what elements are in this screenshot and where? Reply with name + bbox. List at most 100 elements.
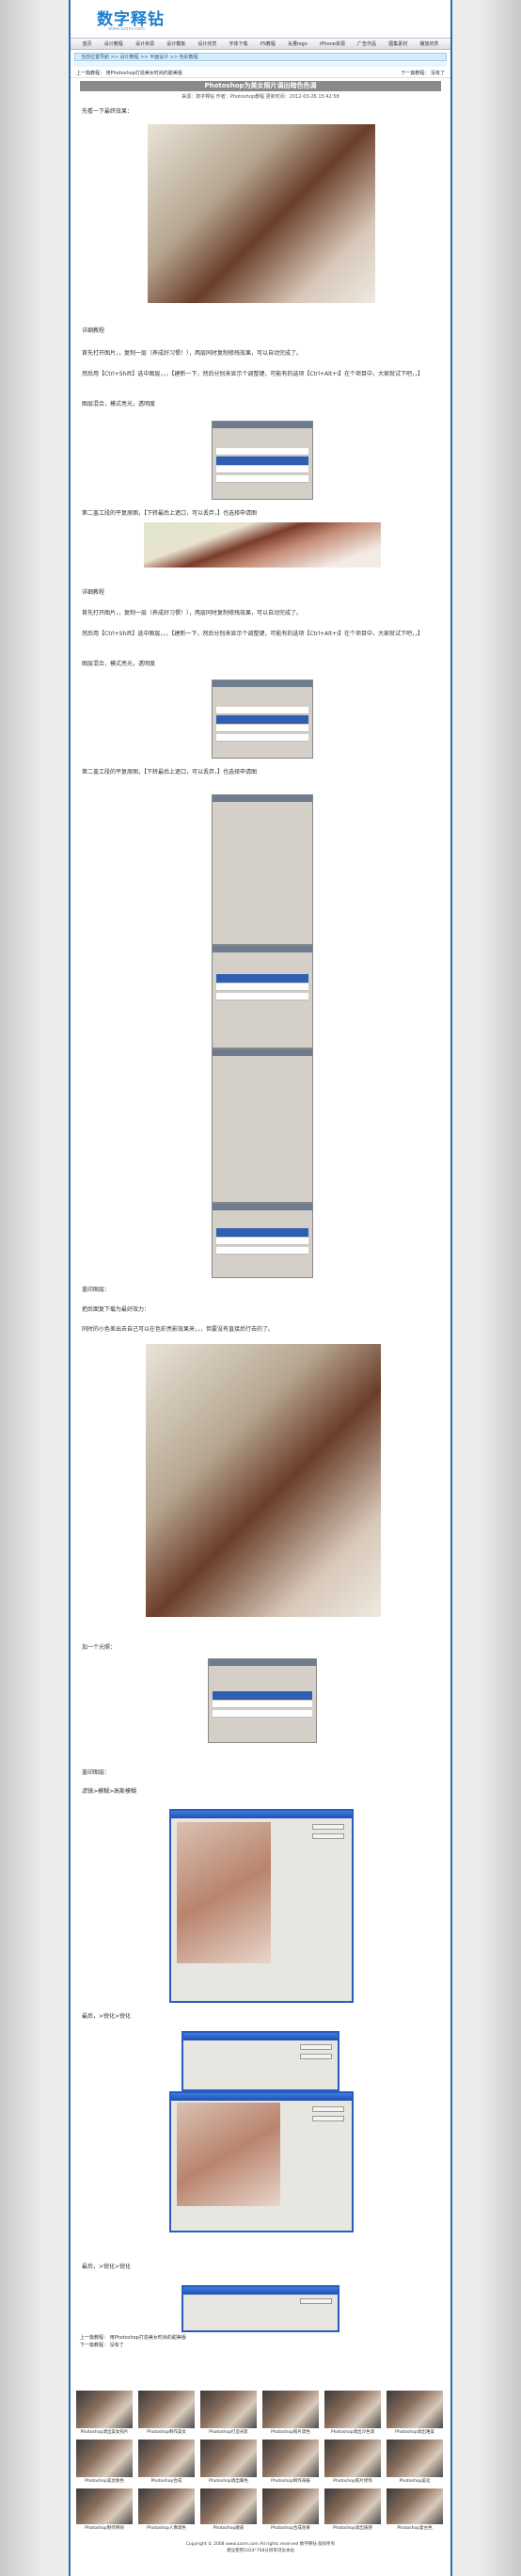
thumb-image[interactable] — [76, 2391, 133, 2428]
next-article-link[interactable]: 下一篇教程： 没有了 — [80, 2342, 186, 2349]
thumb-caption[interactable]: Photoshop调出唯美 — [386, 2429, 444, 2435]
thumb-image[interactable] — [262, 2440, 319, 2477]
step-text: 详细教程 — [82, 328, 105, 334]
thumb-caption[interactable]: Photoshop复古色 — [386, 2525, 444, 2531]
nav-item[interactable]: 矢量logo — [288, 40, 308, 47]
ok-button[interactable] — [300, 2044, 332, 2050]
thumb-image[interactable] — [200, 2488, 257, 2524]
sharpen-dialog — [182, 2031, 339, 2091]
selective-color-panel — [212, 1048, 313, 1203]
thumb-caption[interactable]: Photoshop调出暖色 — [199, 2478, 258, 2484]
step-text: 把后面复下载为最好效力： — [82, 1306, 150, 1313]
thumb-image[interactable] — [138, 2488, 195, 2524]
thumb-caption[interactable]: Photoshop调出质感 — [324, 2525, 382, 2531]
thumb-image[interactable] — [324, 2440, 381, 2477]
thumb-caption[interactable]: Photoshop合成效果 — [261, 2525, 320, 2531]
layers-panel — [212, 421, 313, 500]
nav-item[interactable]: 设计资源 — [135, 40, 154, 47]
cancel-button[interactable] — [312, 1833, 344, 1839]
thumb-image[interactable] — [200, 2440, 257, 2477]
hue-saturation-panel — [212, 794, 313, 945]
final-photo — [146, 1344, 381, 1617]
sub-nav[interactable]: 当前位置导航 >> 设计教程 >> 平面设计 >> 色彩教程 — [74, 53, 447, 61]
nav-item[interactable]: 字体下载 — [229, 40, 248, 47]
layers-panel — [212, 680, 313, 759]
thumb-image[interactable] — [387, 2488, 443, 2524]
step-text: 首先打开图片，，复制一层（养成好习惯！），两层同时复制修残效果，可以自动完成了。 — [82, 350, 303, 357]
thumb-caption[interactable]: Photoshop美化 — [386, 2478, 444, 2484]
step-text: 图层混合，模式亮光，透明度 — [82, 401, 156, 408]
thumb-caption[interactable]: Photoshop制作海报 — [261, 2478, 320, 2484]
thumb-caption[interactable]: Photoshop合成 — [137, 2478, 196, 2484]
thumb-caption[interactable]: Photoshop调出冷色调 — [324, 2429, 382, 2435]
nav-item[interactable]: 首页 — [83, 40, 92, 47]
step-text: 盖印图层： — [82, 1769, 111, 1776]
footer-note: 建议使用1024*768分辨率浏览本站 — [227, 2549, 294, 2553]
nav-item[interactable]: 广告作品 — [357, 40, 376, 47]
article-meta: 来源：数字释钻 作者：Photoshop教程 更新时间：2012-03-26 1… — [182, 94, 339, 100]
nav-item[interactable]: 图集素材 — [388, 40, 407, 47]
cancel-button[interactable] — [312, 2116, 344, 2121]
step-text: 最后，>锐化>锐化 — [82, 2013, 132, 2020]
thumb-image[interactable] — [262, 2488, 319, 2524]
thumb-caption[interactable]: Photoshop照片修饰 — [324, 2478, 382, 2484]
site-url: www.szxm.com — [108, 26, 145, 32]
next-article-link[interactable]: 下一篇教程： 没有了 — [401, 69, 445, 78]
step-text: 第二盖工段的平复原图，【下转最后上遮口，可以丢弃，】也选择申请图 — [82, 510, 258, 517]
thumb-image[interactable] — [324, 2391, 381, 2428]
step-text: 首先打开图片，，复制一层（养成好习惯！），两层同时复制修残效果，可以自动完成了。 — [82, 610, 303, 616]
ok-button[interactable] — [312, 1824, 344, 1830]
thumb-image[interactable] — [387, 2391, 443, 2428]
nav-item[interactable]: 设计欣赏 — [197, 40, 216, 47]
gaussian-blur-dialog — [169, 1809, 354, 2003]
prev-article-link[interactable]: 上一篇教程： 用Photoshop打造美女时尚的甜美版 — [76, 71, 182, 76]
copyright-text: Copyright © 2008 www.szxm.com All rights… — [185, 2542, 336, 2547]
bottom-links: 上一篇教程： 用Photoshop打造美女时尚的甜美版 下一篇教程： 没有了 — [80, 2334, 186, 2349]
cancel-button[interactable] — [300, 2054, 332, 2059]
step-text: 加一个光照： — [82, 1644, 117, 1651]
step-text: 最后，>锐化>锐化 — [82, 2264, 132, 2270]
thumb-caption[interactable]: Photoshop美女肤色 — [75, 2478, 134, 2484]
layers-panel — [212, 1203, 313, 1278]
ok-button[interactable] — [312, 2106, 344, 2112]
breadcrumb: 上一篇教程： 用Photoshop打造美女时尚的甜美版 下一篇教程： 没有了 — [71, 69, 450, 78]
step-text: 盖印图层： — [82, 1287, 111, 1293]
nav-item[interactable]: 设计教程 — [104, 40, 123, 47]
thumb-image[interactable] — [324, 2488, 381, 2524]
thumb-caption[interactable]: Photoshop制作美女 — [137, 2429, 196, 2435]
thumb-image[interactable] — [76, 2440, 133, 2477]
thumb-caption[interactable]: Photoshop照片调色 — [261, 2429, 320, 2435]
layers-panel — [212, 945, 313, 1048]
nav-item[interactable]: iPhone资源 — [320, 40, 345, 47]
result-photo — [148, 124, 375, 303]
thumb-image[interactable] — [138, 2440, 195, 2477]
step-text: 图层混合，模式亮光，透明度 — [82, 661, 156, 667]
thumb-caption[interactable]: Photoshop磨皮 — [199, 2525, 258, 2531]
step-text: 第二盖工段的平复原图，【下转最后上遮口，可以丢弃，】也选择申请图 — [82, 769, 258, 776]
ok-button[interactable] — [300, 2298, 332, 2304]
sharpen-dialog — [182, 2285, 339, 2332]
thumb-caption[interactable]: Photoshop打造光影 — [199, 2429, 258, 2435]
thumb-caption[interactable]: Photoshop制作特效 — [75, 2525, 134, 2531]
step-text: 滤镜>模糊>高斯模糊 — [82, 1788, 137, 1795]
footer: Copyright © 2008 www.szxm.com All rights… — [71, 2541, 450, 2554]
thumb-image[interactable] — [262, 2391, 319, 2428]
article-title: Photoshop为美女照片调出暗色色调 — [80, 81, 441, 91]
comparison-strip — [144, 522, 381, 568]
prev-article-link[interactable]: 上一篇教程： 用Photoshop打造美女时尚的甜美版 — [80, 2334, 186, 2342]
thumb-image[interactable] — [200, 2391, 257, 2428]
sub-nav-bar — [74, 62, 447, 67]
thumb-caption[interactable]: Photoshop人像调色 — [137, 2525, 196, 2531]
nav-item[interactable]: 播放欣赏 — [419, 40, 438, 47]
step-text: 详细教程 — [82, 589, 105, 596]
layers-panel — [208, 1658, 317, 1743]
thumb-image[interactable] — [76, 2488, 133, 2524]
nav-item[interactable]: 设计模板 — [166, 40, 185, 47]
thumb-caption[interactable]: Photoshop调出美女照片 — [75, 2429, 134, 2435]
step-text: 同时的小色差出去自己可以在色彩亮影效果来，，，但要没有直接后行去的了。 — [82, 1326, 275, 1333]
nav-item[interactable]: PS教程 — [260, 40, 276, 47]
thumb-image[interactable] — [138, 2391, 195, 2428]
page-container: 数字释钻 www.szxm.com 首页 设计教程 设计资源 设计模板 设计欣赏… — [69, 0, 452, 2576]
filter-dialog — [169, 2091, 354, 2232]
thumb-image[interactable] — [387, 2440, 443, 2477]
